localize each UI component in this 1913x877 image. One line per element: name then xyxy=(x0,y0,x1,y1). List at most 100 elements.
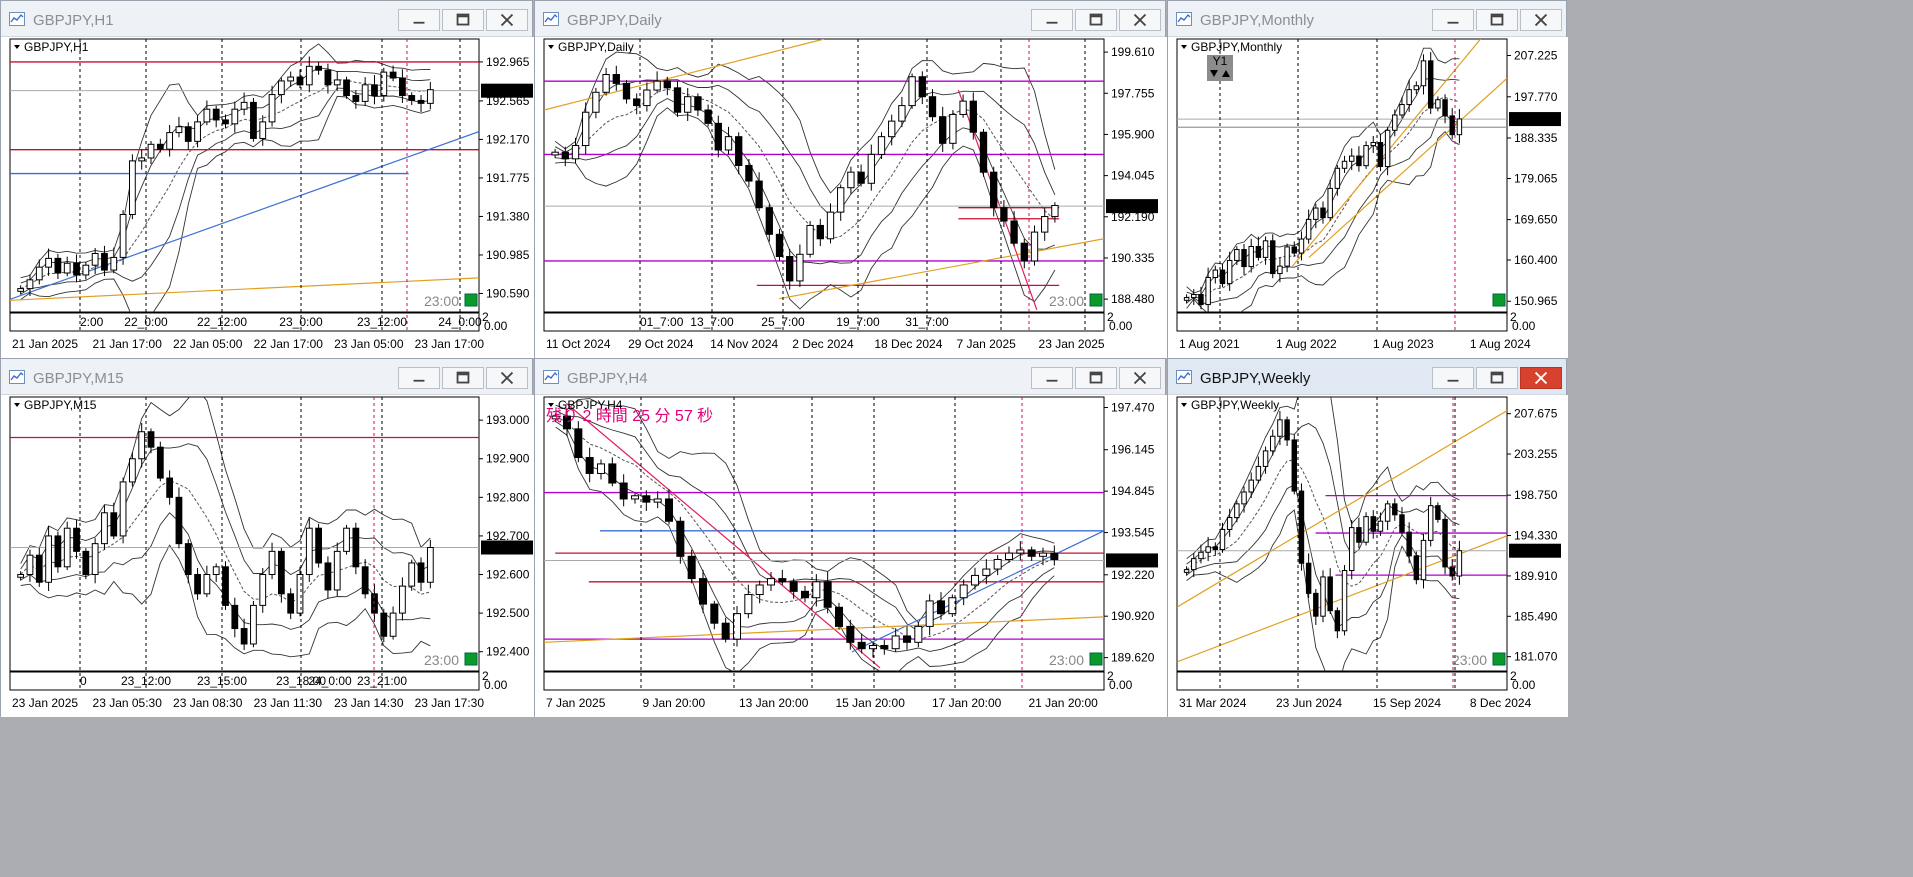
sub-time-label: 13_7:00 xyxy=(690,315,734,329)
price-axis-label: 197.770 xyxy=(1514,90,1558,104)
candle xyxy=(1291,434,1298,495)
candle xyxy=(908,73,916,109)
price-chart[interactable]: GBPJPY,M15 193.000 192.900 192.800 192.700 19… xyxy=(1,395,534,717)
time-axis-label: 15 Jan 20:00 xyxy=(835,696,905,710)
window-titlebar[interactable]: GBPJPY,Daily xyxy=(535,1,1165,37)
minimize-button[interactable] xyxy=(1432,367,1474,389)
time-axis-label: 18 Dec 2024 xyxy=(874,337,942,351)
candle xyxy=(1270,234,1276,279)
time-axis-label: 7 Jan 2025 xyxy=(956,337,1016,351)
maximize-button[interactable] xyxy=(1476,367,1518,389)
minimize-button[interactable] xyxy=(398,9,440,31)
candle xyxy=(250,601,257,648)
close-button[interactable] xyxy=(486,367,528,389)
price-axis-label: 179.065 xyxy=(1514,171,1558,185)
sub-time-label: 23_21:00 xyxy=(357,674,407,688)
auto-trade-indicator[interactable] xyxy=(464,652,478,666)
close-button[interactable] xyxy=(1520,367,1562,389)
auto-trade-indicator[interactable] xyxy=(1492,652,1506,666)
close-button[interactable] xyxy=(1520,9,1562,31)
price-chart[interactable]: GBPJPY,Weekly 207.675 203.255 198.750 194.33… xyxy=(1168,395,1568,717)
chart-canvas[interactable]: GBPJPY,M15193.000192.900192.800192.70019… xyxy=(1,395,534,717)
candle xyxy=(426,539,434,589)
price-chart[interactable]: GBPJPY,H4 残り 2 時間 25 分 57 秒 197.470 196.145… xyxy=(535,395,1167,717)
window-titlebar[interactable]: GBPJPY,Weekly xyxy=(1168,359,1566,395)
time-axis-label: 13 Jan 20:00 xyxy=(739,696,809,710)
candle xyxy=(1348,519,1355,580)
minimize-button[interactable] xyxy=(1031,9,1073,31)
price-axis-label: 196.145 xyxy=(1111,443,1155,457)
time-axis-label: 21 Jan 2025 xyxy=(12,337,78,351)
price-chart[interactable]: GBPJPY,H1 192.965 192.565 192.170 191.775 191… xyxy=(1,37,534,358)
auto-trade-indicator[interactable] xyxy=(464,293,478,307)
sub-time-label: 24_0:00 xyxy=(438,315,482,329)
sub-time-label: 22_0:00 xyxy=(124,315,168,329)
symbol-label: GBPJPY,Weekly xyxy=(1191,398,1279,412)
price-axis-label: 207.675 xyxy=(1514,407,1558,421)
window-titlebar[interactable]: GBPJPY,Monthly xyxy=(1168,1,1566,37)
price-chart[interactable]: GBPJPY,Monthly Y1 207.225 197.770 188.335 179… xyxy=(1168,37,1568,358)
candle xyxy=(82,548,90,580)
price-axis-label: 189.620 xyxy=(1111,651,1155,665)
candle xyxy=(119,477,127,544)
candle xyxy=(54,531,62,573)
window-titlebar[interactable]: GBPJPY,M15 xyxy=(1,359,532,395)
auto-trade-indicator[interactable] xyxy=(1492,293,1506,307)
sub-window xyxy=(1176,671,1508,691)
window-titlebar[interactable]: GBPJPY,H1 xyxy=(1,1,532,37)
minimize-button[interactable] xyxy=(1432,9,1474,31)
close-button[interactable] xyxy=(486,9,528,31)
maximize-button[interactable] xyxy=(442,9,484,31)
price-axis-label: 192.220 xyxy=(1111,568,1155,582)
chart-window-m15[interactable]: GBPJPY,M15 GBPJPY,M15 193.000 192.900 192.80… xyxy=(0,358,534,717)
bar-close-time: 23:00 xyxy=(1049,652,1084,668)
auto-trade-indicator[interactable] xyxy=(1089,652,1103,666)
chart-canvas[interactable]: GBPJPY,MonthlyY1 207.225 197.770 188.335 179… xyxy=(1168,37,1568,358)
price-axis-label: 193.545 xyxy=(1111,526,1155,540)
candle xyxy=(676,516,685,564)
chart-window-daily[interactable]: GBPJPY,Daily GBPJPY,Daily 199.610 197.755 19… xyxy=(534,0,1167,358)
chart-window-weekly[interactable]: GBPJPY,Weekly GBPJPY,Weekly 207.675 203.255… xyxy=(1167,358,1568,717)
time-axis-label: 1 Aug 2023 xyxy=(1373,337,1434,351)
chart-window-h4[interactable]: GBPJPY,H4 GBPJPY,H4 残り 2 時間 25 分 57 秒 197.4… xyxy=(534,358,1167,717)
time-axis-label: 23 Jan 14:30 xyxy=(334,696,404,710)
time-axis-label: 22 Jan 17:00 xyxy=(254,337,324,351)
chart-canvas[interactable]: GBPJPY,H4残り 2 時間 25 分 57 秒197.470196.145… xyxy=(535,395,1167,717)
price-axis-label: 185.490 xyxy=(1514,609,1558,623)
chart-window-monthly[interactable]: GBPJPY,Monthly GBPJPY,Monthly Y1 207.225 197… xyxy=(1167,0,1568,358)
time-axis-label: 23 Jan 2025 xyxy=(1039,337,1105,351)
sub-time-label: 0 xyxy=(80,674,87,688)
chart-window-h1[interactable]: GBPJPY,H1 GBPJPY,H1 192.965 192.565 192.170 1… xyxy=(0,0,534,358)
price-axis-label: 192.900 xyxy=(486,452,530,466)
symbol-label: GBPJPY,H1 xyxy=(24,40,89,54)
current-price-value: 192.670 xyxy=(485,541,529,555)
price-axis-label: 192.600 xyxy=(486,568,530,582)
minimize-button[interactable] xyxy=(1031,367,1073,389)
window-titlebar[interactable]: GBPJPY,H4 xyxy=(535,359,1165,395)
sub-time-label: 24_0:00 xyxy=(308,674,352,688)
chart-canvas[interactable]: GBPJPY,Weekly 207.675 203.255 198.750 194.33… xyxy=(1168,395,1568,717)
chart-canvas[interactable]: GBPJPY,H1192.965192.565192.170191.775191… xyxy=(1,37,534,358)
close-button[interactable] xyxy=(1119,367,1161,389)
price-axis-label: 203.255 xyxy=(1514,447,1558,461)
maximize-button[interactable] xyxy=(1075,367,1117,389)
auto-trade-indicator[interactable] xyxy=(1089,293,1103,307)
bar-close-time: 23:00 xyxy=(424,293,459,309)
candle xyxy=(250,98,257,142)
maximize-button[interactable] xyxy=(1075,9,1117,31)
candle xyxy=(222,561,229,611)
sub-time-label: 23_12:00 xyxy=(357,315,407,329)
time-axis-label: 22 Jan 05:00 xyxy=(173,337,243,351)
chart-canvas[interactable]: GBPJPY,Daily 199.610 197.755 195.900 194.045… xyxy=(535,37,1167,358)
scroll-badge[interactable]: Y1 xyxy=(1207,54,1233,81)
current-price-tag: 192.670 xyxy=(1106,553,1158,568)
time-axis-label: 8 Dec 2024 xyxy=(1470,696,1532,710)
price-axis-label: 190.335 xyxy=(1111,251,1155,265)
maximize-button[interactable] xyxy=(1476,9,1518,31)
price-axis-label: 188.335 xyxy=(1514,131,1558,145)
minimize-button[interactable] xyxy=(398,367,440,389)
price-chart[interactable]: GBPJPY,Daily 199.610 197.755 195.900 194.045… xyxy=(535,37,1167,358)
close-button[interactable] xyxy=(1119,9,1161,31)
current-price-tag: 192.670 xyxy=(1509,543,1561,558)
maximize-button[interactable] xyxy=(442,367,484,389)
